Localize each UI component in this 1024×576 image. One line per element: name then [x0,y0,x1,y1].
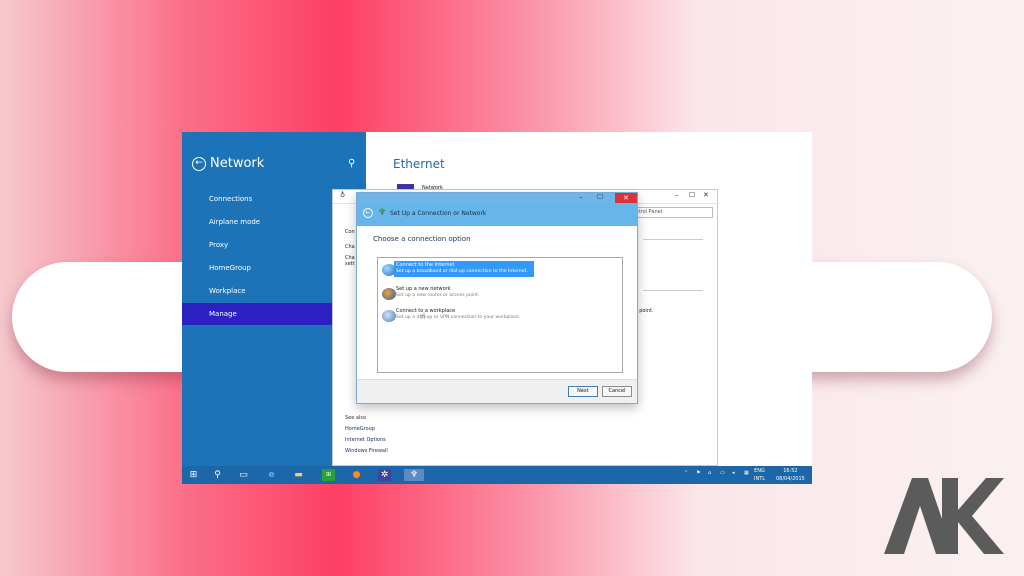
page-title: Network [210,156,265,171]
dialog-titlebar: – ☐ ✕ [357,193,637,203]
back-arrow-icon[interactable]: ← [192,157,206,171]
network-wizard-icon[interactable]: ♆ [404,469,424,481]
input-language[interactable]: ENG INTL [754,467,765,483]
dialog-title: Set Up a Connection or Network [390,210,487,217]
option-title: Connect to the Internet [396,262,455,268]
dialog-heading: Choose a connection option [373,235,471,243]
volume-icon[interactable]: ◂ [732,470,735,476]
control-panel-search-input[interactable]: Control Panel [625,207,713,218]
cp-left-snippet: sett [345,261,355,267]
store-icon[interactable]: ⊞ [322,469,335,481]
control-panel-app-icon: ♁ [340,191,346,199]
ie-icon[interactable]: e [265,469,278,481]
cp-left-snippet: Con [345,229,355,235]
clock[interactable]: 16:52 08/04/2015 [776,467,805,483]
link-windows-firewall[interactable]: Windows Firewall [345,448,388,454]
firefox-icon[interactable]: ● [350,469,363,481]
notification-icon[interactable]: ⚑ [696,470,700,476]
battery-icon[interactable]: ▭ [720,470,725,476]
cp-left-snippet: Cha [345,244,355,250]
clock-date: 08/04/2015 [776,476,805,482]
router-icon [382,288,396,300]
task-view-icon[interactable]: ▭ [237,469,250,481]
network-wizard-icon: ♆ [378,208,387,218]
ethernet-title: Ethernet [393,157,445,171]
option-description: Set up a dial-up or VPN connection to yo… [396,315,521,320]
option-title: Connect to a workplace [396,308,456,314]
settings-icon[interactable]: ✲ [378,469,391,481]
option-title: Set up a new network [396,286,451,292]
file-explorer-icon[interactable]: ▬ [292,469,305,481]
search-icon[interactable]: ⚲ [348,158,355,169]
globe-icon [382,264,396,276]
screenshot-frame: ← Network ⚲ Connections Airplane mode Pr… [182,132,812,484]
layout-label: INTL [754,476,766,482]
windows-icon[interactable]: ⊞ [187,469,200,481]
connection-options-list: Connect to the Internet Set up a broadba… [377,257,623,373]
next-button[interactable]: Next [568,386,598,397]
link-homegroup[interactable]: HomeGroup [345,426,375,432]
setup-connection-dialog: – ☐ ✕ ← ♆ Set Up a Connection or Network… [356,192,638,404]
search-icon[interactable]: ⚲ [211,469,224,481]
minimize-icon[interactable]: – [675,191,679,199]
option-description: Set up a new router or access point. [396,293,480,298]
maximize-icon[interactable]: ☐ [689,191,695,199]
minimize-icon[interactable]: – [579,193,583,201]
clock-time: 16:52 [783,468,798,474]
dialog-footer: Next Cancel [357,379,637,403]
network-icon[interactable]: ⌂ [708,470,711,476]
see-also-label: See also [345,415,367,421]
link-internet-options[interactable]: Internet Options [345,437,386,443]
taskbar: ⊞ ⚲ ▭ e ▬ ⊞ ● ✲ ♆ ⌃ ⚑ ⌂ ▭ ◂ ▦ ENG INTL 1… [182,466,812,484]
close-icon[interactable]: ✕ [703,191,709,199]
close-icon[interactable]: ✕ [615,193,637,203]
back-arrow-icon[interactable]: ← [363,208,373,218]
language-label: ENG [754,468,765,474]
divider [643,290,703,291]
divider [643,239,703,240]
maximize-icon[interactable]: ☐ [597,193,603,201]
ak-logo-icon [884,478,1004,554]
cancel-button[interactable]: Cancel [602,386,632,397]
chevron-up-icon[interactable]: ⌃ [684,470,688,476]
keyboard-icon[interactable]: ▦ [744,470,749,476]
option-description: Set up a broadband or dial-up connection… [396,269,528,274]
workplace-icon [382,310,396,322]
hand-cursor-icon: ☝ [420,312,426,322]
